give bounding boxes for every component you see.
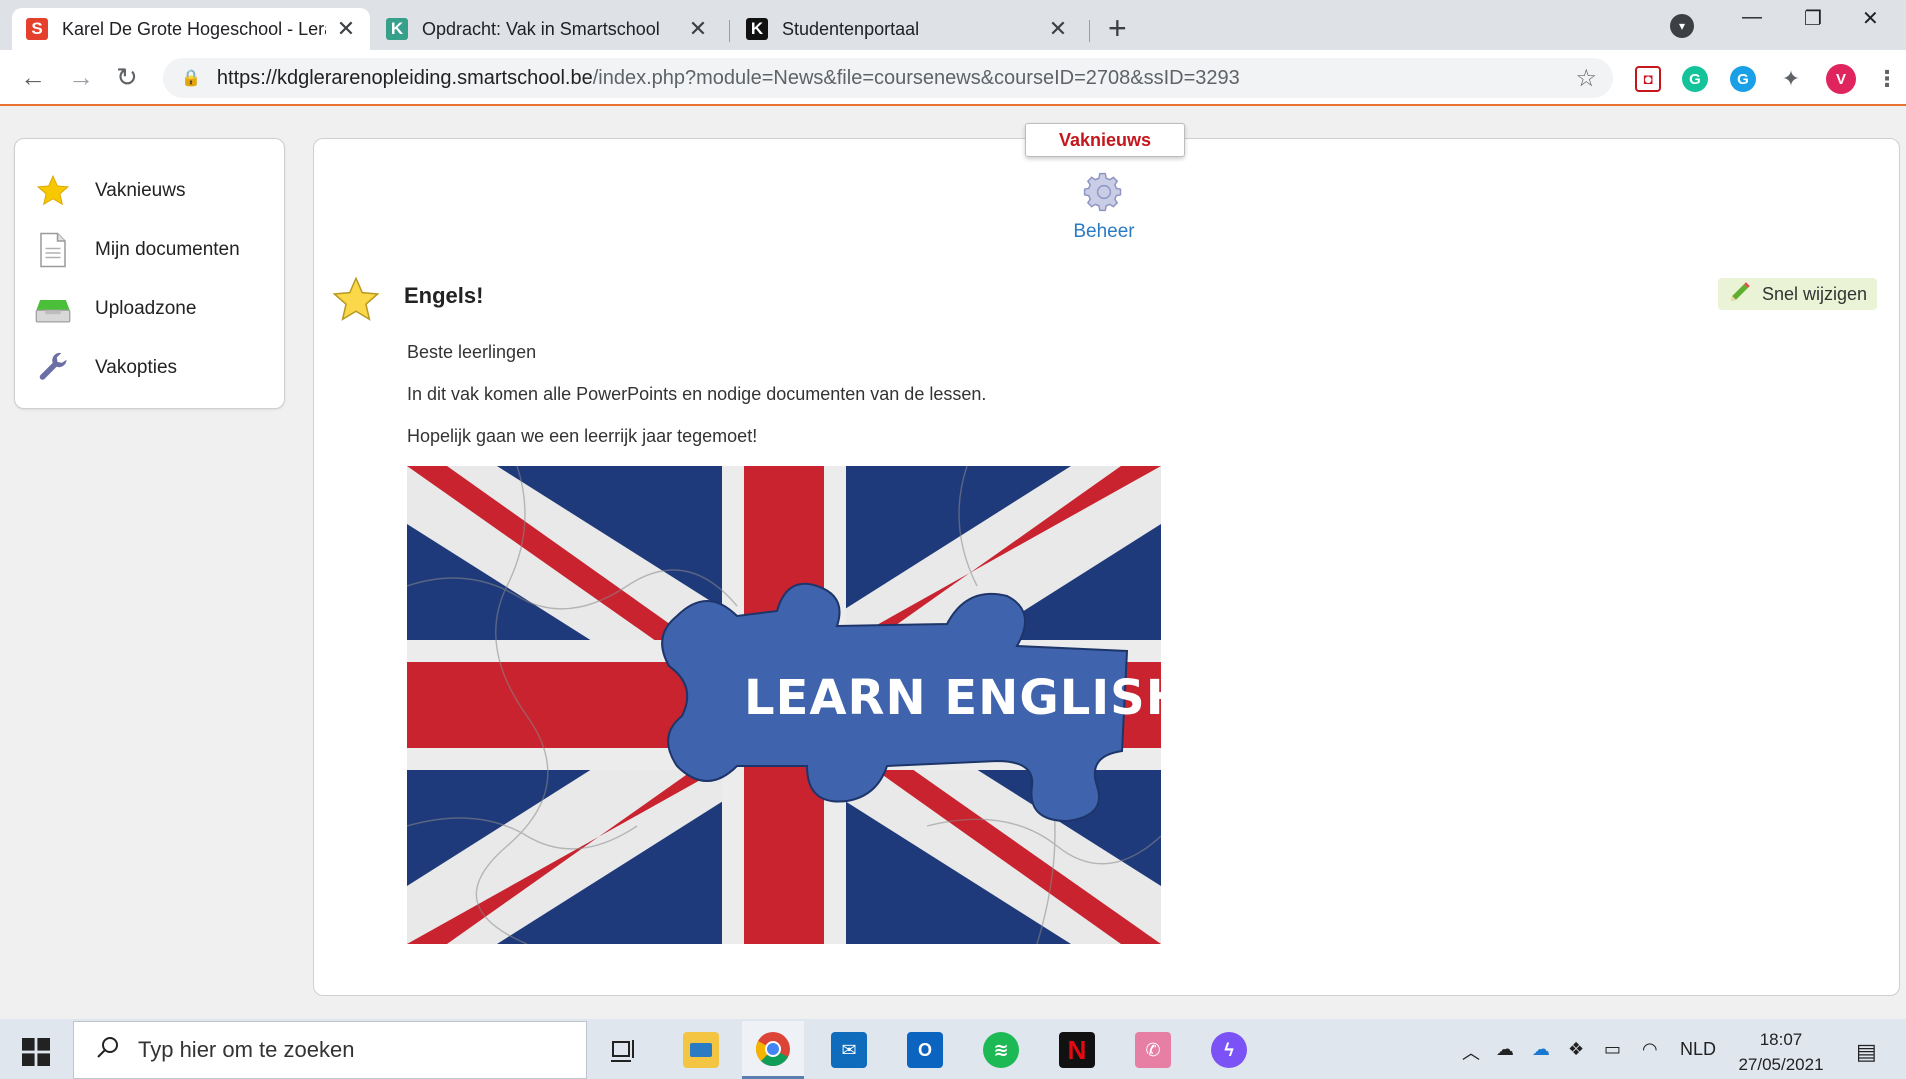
taskbar-clock[interactable]: 18:07 27/05/2021 <box>1726 1027 1836 1077</box>
wrench-icon <box>33 348 73 388</box>
sidebar-item-label: Vaknieuws <box>95 179 186 201</box>
browser-tab-bar: S Karel De Grote Hogeschool - Lera ✕ K O… <box>0 0 1906 50</box>
sidebar-item-label: Vakopties <box>95 356 178 378</box>
chrome-icon[interactable] <box>742 1021 804 1079</box>
post-star-icon <box>330 274 382 331</box>
sidebar-item-vaknieuws[interactable]: Vaknieuws <box>15 161 284 220</box>
beheer-button[interactable]: Beheer <box>1064 170 1144 243</box>
post-paragraph: Hopelijk gaan we een leerrijk jaar tegem… <box>407 426 758 446</box>
windows-start-icon[interactable] <box>22 1038 50 1071</box>
smartschool-icon: S <box>26 18 48 40</box>
wifi-icon[interactable]: ◠ <box>1642 1039 1658 1060</box>
kdg-icon: K <box>386 18 408 40</box>
browser-tab-smartschool[interactable]: S Karel De Grote Hogeschool - Lera ✕ <box>12 8 370 50</box>
browser-tab-studentenportaal[interactable]: K Studentenportaal ✕ <box>732 8 1082 50</box>
bookmark-star-icon[interactable]: ☆ <box>1575 64 1597 93</box>
course-sidebar: Vaknieuws Mijn documenten Uploadzone Vak… <box>14 138 285 409</box>
new-tab-button[interactable]: + <box>1108 10 1127 47</box>
grammarly-extension-icon[interactable]: G <box>1682 66 1708 92</box>
browser-menu-icon[interactable]: ⋮ <box>1874 66 1900 92</box>
sidebar-item-label: Uploadzone <box>95 297 197 319</box>
windows-taskbar: Typ hier om te zoeken ✉ O ≋ N ✆ ϟ ︿ ☁ ☁ … <box>0 1019 1906 1079</box>
tab-title: Opdracht: Vak in Smartschool <box>422 18 660 39</box>
minimize-button[interactable]: — <box>1742 6 1762 29</box>
tab-title: Studentenportaal <box>782 18 920 39</box>
back-button[interactable]: ← <box>20 62 46 93</box>
language-indicator[interactable]: NLD <box>1680 1039 1716 1060</box>
netflix-icon[interactable]: N <box>1046 1021 1108 1079</box>
profile-avatar[interactable]: V <box>1826 64 1856 94</box>
quick-edit-label: Snel wijzigen <box>1762 283 1868 304</box>
spotify-icon[interactable]: ≋ <box>970 1021 1032 1079</box>
close-tab-icon[interactable]: ✕ <box>1048 16 1068 42</box>
tab-search-icon[interactable]: ▾ <box>1670 14 1694 38</box>
document-icon <box>33 230 73 270</box>
file-explorer-icon[interactable] <box>670 1021 732 1079</box>
url-path: /index.php?module=News&file=coursenews&c… <box>592 66 1240 89</box>
mail-icon[interactable]: ✉ <box>818 1021 880 1079</box>
beheer-label: Beheer <box>1073 221 1135 242</box>
quick-edit-button[interactable]: Snel wijzigen <box>1718 278 1878 310</box>
lock-icon[interactable]: 🔒 <box>181 68 201 88</box>
sidebar-item-label: Mijn documenten <box>95 238 240 260</box>
task-view-icon[interactable] <box>592 1021 654 1079</box>
browser-tab-opdracht[interactable]: K Opdracht: Vak in Smartschool ✕ <box>372 8 722 50</box>
battery-icon[interactable]: ▭ <box>1604 1039 1621 1060</box>
search-placeholder: Typ hier om te zoeken <box>138 1037 355 1062</box>
messenger-icon[interactable]: ϟ <box>1198 1021 1260 1079</box>
notifications-icon[interactable]: ▤ <box>1856 1039 1877 1065</box>
clock-date: 27/05/2021 <box>1738 1055 1824 1074</box>
tab-separator <box>1089 20 1090 42</box>
post-paragraph: In dit vak komen alle PowerPoints en nod… <box>407 384 987 404</box>
sidebar-item-mijn-documenten[interactable]: Mijn documenten <box>15 220 284 279</box>
extensions-puzzle-icon[interactable]: ✦ <box>1778 66 1804 92</box>
learn-english-image: LEARN ENGLISH <box>407 466 1161 944</box>
kdg-icon: K <box>746 18 768 40</box>
close-tab-icon[interactable]: ✕ <box>688 16 708 42</box>
browser-toolbar: ← → ↻ 🔒 https://kdglerarenopleiding.smar… <box>0 50 1906 106</box>
taskbar-search-box[interactable]: Typ hier om te zoeken <box>73 1021 587 1079</box>
reload-button[interactable]: ↻ <box>116 62 138 93</box>
close-window-button[interactable]: ✕ <box>1862 6 1879 31</box>
restore-button[interactable]: ❐ <box>1804 6 1822 31</box>
sidebar-item-uploadzone[interactable]: Uploadzone <box>15 279 284 338</box>
inbox-tray-icon <box>33 289 73 329</box>
whatsapp-icon[interactable]: ✆ <box>1122 1021 1184 1079</box>
pocket-extension-icon[interactable]: ◘ <box>1635 66 1661 92</box>
tab-separator <box>729 20 730 42</box>
cloud-icon[interactable]: ☁ <box>1496 1039 1514 1060</box>
close-tab-icon[interactable]: ✕ <box>336 16 356 42</box>
post-title: Engels! <box>404 283 484 308</box>
gear-icon <box>1083 172 1122 212</box>
url-host: https://kdglerarenopleiding.smartschool.… <box>216 66 593 89</box>
address-bar[interactable]: 🔒 https://kdglerarenopleiding.smartschoo… <box>163 58 1613 98</box>
outlook-icon[interactable]: O <box>894 1021 956 1079</box>
clock-time: 18:07 <box>1759 1030 1803 1049</box>
search-icon <box>96 1035 120 1065</box>
tab-title: Karel De Grote Hogeschool - Lera <box>62 18 326 39</box>
sidebar-item-vakopties[interactable]: Vakopties <box>15 338 284 397</box>
star-icon <box>33 171 73 211</box>
post-paragraph: Beste leerlingen <box>407 342 537 362</box>
pencil-icon <box>1728 280 1752 309</box>
grammarly-go-extension-icon[interactable]: G <box>1730 66 1756 92</box>
dropbox-icon[interactable]: ❖ <box>1568 1039 1584 1060</box>
show-hidden-icons-icon[interactable]: ︿ <box>1462 1039 1480 1065</box>
vaknieuws-tab[interactable]: Vaknieuws <box>1025 123 1185 157</box>
forward-button[interactable]: → <box>68 62 94 93</box>
learn-english-text: LEARN ENGLISH <box>744 670 1161 726</box>
onedrive-icon[interactable]: ☁ <box>1532 1039 1550 1060</box>
